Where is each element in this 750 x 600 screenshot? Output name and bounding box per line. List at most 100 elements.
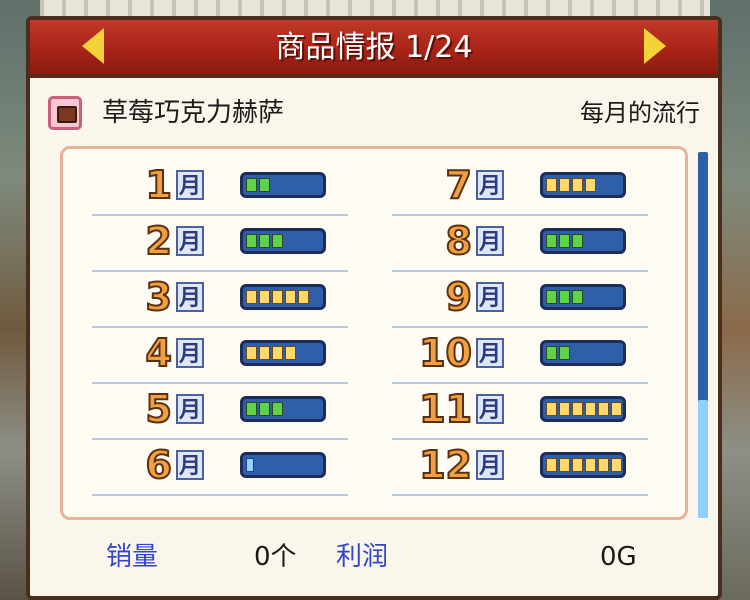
popularity-segment [585, 402, 596, 416]
cake-icon [48, 96, 82, 130]
popularity-segment [572, 402, 583, 416]
popularity-bar [240, 284, 326, 310]
month-row: 3月 [92, 272, 348, 328]
popularity-bar [540, 284, 626, 310]
month-suffix: 月 [476, 450, 504, 480]
month-suffix: 月 [176, 450, 204, 480]
popularity-bar [240, 228, 326, 254]
month-suffix: 月 [176, 282, 204, 312]
popularity-segment [259, 402, 270, 416]
monthly-trend-label: 每月的流行 [580, 99, 700, 127]
month-number: 7 [445, 163, 473, 207]
title-bar: 商品情报 1/24 [30, 20, 718, 78]
cake-shape [57, 106, 77, 123]
popularity-segment [559, 290, 570, 304]
month-number: 12 [418, 443, 473, 487]
popularity-bar [240, 396, 326, 422]
month-row: 11 月 [392, 384, 648, 440]
popularity-segment [546, 458, 557, 472]
popularity-segment [611, 402, 622, 416]
row-divider [392, 494, 648, 496]
month-number: 6 [145, 443, 173, 487]
popularity-segment [611, 458, 622, 472]
popularity-segment [285, 290, 296, 304]
month-suffix: 月 [476, 394, 504, 424]
month-suffix: 月 [176, 394, 204, 424]
month-number: 8 [445, 219, 473, 263]
scroll-thumb[interactable] [698, 400, 708, 518]
month-suffix: 月 [476, 282, 504, 312]
popularity-segment [546, 290, 557, 304]
month-number: 9 [445, 275, 473, 319]
popularity-segment [572, 234, 583, 248]
item-name: 草莓巧克力赫萨 [102, 98, 285, 128]
month-number: 4 [145, 331, 173, 375]
month-row: 2月 [92, 216, 348, 272]
popularity-segment [259, 290, 270, 304]
month-number: 2 [145, 219, 173, 263]
month-suffix: 月 [476, 226, 504, 256]
month-row: 5月 [92, 384, 348, 440]
month-row: 1月 [92, 160, 348, 216]
scrollbar[interactable] [698, 152, 708, 518]
popularity-segment [246, 234, 257, 248]
row-divider [92, 494, 348, 496]
month-suffix: 月 [476, 338, 504, 368]
popularity-segment [546, 346, 557, 360]
popularity-segment [572, 178, 583, 192]
month-suffix: 月 [176, 338, 204, 368]
profit-label: 利润 [336, 542, 389, 572]
popularity-segment [572, 290, 583, 304]
popularity-segment [272, 234, 283, 248]
popularity-segment [559, 458, 570, 472]
popularity-segment [246, 290, 257, 304]
popularity-segment [259, 178, 270, 192]
popularity-bar [240, 172, 326, 198]
month-suffix: 月 [176, 170, 204, 200]
sales-label: 销量 [106, 542, 159, 572]
popularity-segment [598, 402, 609, 416]
popularity-segment [559, 178, 570, 192]
sales-value: 0个 [254, 542, 297, 572]
popularity-segment [546, 234, 557, 248]
profit-value: 0G [600, 542, 637, 572]
month-row: 12 月 [392, 440, 648, 496]
popularity-segment [598, 458, 609, 472]
product-info-panel: 商品情报 1/24 草莓巧克力赫萨 每月的流行 1月2月3月4月5月6月7月8月… [26, 16, 722, 600]
popularity-segment [272, 290, 283, 304]
popularity-segment [559, 402, 570, 416]
month-number: 11 [418, 387, 473, 431]
popularity-segment [559, 234, 570, 248]
month-suffix: 月 [176, 226, 204, 256]
popularity-bar [540, 228, 626, 254]
month-suffix: 月 [476, 170, 504, 200]
popularity-segment [585, 178, 596, 192]
popularity-segment [259, 234, 270, 248]
month-row: 8月 [392, 216, 648, 272]
month-row: 7月 [392, 160, 648, 216]
popularity-bar [540, 340, 626, 366]
month-number: 1 [145, 163, 173, 207]
popularity-segment [272, 346, 283, 360]
popularity-segment [285, 346, 296, 360]
popularity-segment [585, 458, 596, 472]
popularity-segment [246, 458, 254, 472]
right-arrow-icon[interactable] [644, 28, 666, 64]
popularity-segment [259, 346, 270, 360]
popularity-segment [246, 178, 257, 192]
month-row: 6月 [92, 440, 348, 496]
popularity-segment [298, 290, 309, 304]
popularity-segment [246, 402, 257, 416]
popularity-bar [240, 452, 326, 478]
popularity-segment [546, 402, 557, 416]
month-row: 10 月 [392, 328, 648, 384]
panel-title: 商品情报 1/24 [275, 30, 473, 65]
month-number: 3 [145, 275, 173, 319]
popularity-bar [540, 452, 626, 478]
popularity-segment [559, 346, 570, 360]
popularity-bar [540, 396, 626, 422]
popularity-segment [546, 178, 557, 192]
month-number: 10 [418, 331, 473, 375]
popularity-bar [240, 340, 326, 366]
month-row: 4月 [92, 328, 348, 384]
